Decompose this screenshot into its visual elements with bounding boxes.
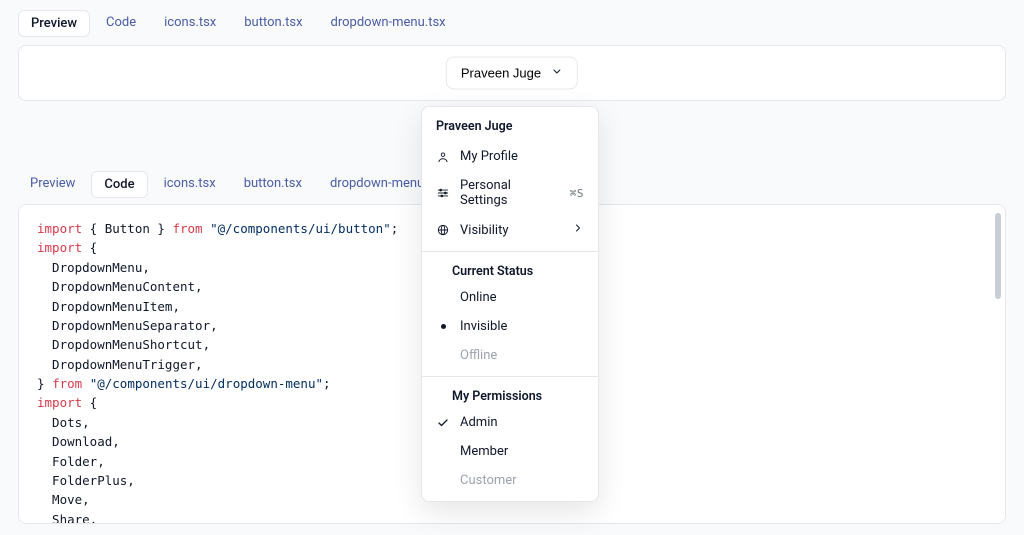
dropdown-trigger-button[interactable]: Praveen Juge (446, 57, 578, 90)
option-label: Offline (460, 348, 497, 363)
tabs2-tab-preview[interactable]: Preview (18, 171, 87, 198)
menu-item-shortcut: ⌘S (570, 187, 584, 200)
tabs1-tab-preview[interactable]: Preview (18, 10, 90, 37)
menu-item-label: Personal Settings (460, 178, 560, 208)
status-option-offline: Offline (422, 341, 598, 370)
dropdown-menu: Praveen Juge My Profile Personal Setting… (421, 106, 599, 502)
preview-panel: Praveen Juge (18, 45, 1006, 101)
group-label-permissions: My Permissions (422, 383, 598, 408)
permission-option-member[interactable]: Member (422, 437, 598, 466)
radio-indicator (436, 324, 450, 329)
tabs2-tab-button-tsx[interactable]: button.tsx (232, 171, 314, 198)
permission-option-admin[interactable]: Admin (422, 408, 598, 437)
globe-icon (436, 223, 450, 237)
group-label-status: Current Status (422, 258, 598, 283)
dropdown-separator (422, 376, 598, 377)
tabs1-tab-dropdown-menu-tsx[interactable]: dropdown-menu.tsx (319, 10, 458, 37)
menu-item-profile[interactable]: My Profile (422, 142, 598, 171)
menu-item-visibility[interactable]: Visibility (422, 215, 598, 245)
check-indicator (436, 417, 450, 429)
dropdown-header: Praveen Juge (422, 113, 598, 142)
menu-item-label: Visibility (460, 223, 509, 238)
sliders-icon (436, 186, 450, 200)
option-label: Customer (460, 473, 517, 488)
tabs1-tab-code[interactable]: Code (94, 10, 148, 37)
chevron-right-icon (572, 222, 584, 238)
user-icon (436, 150, 450, 164)
option-label: Admin (460, 415, 498, 430)
scrollbar-track[interactable] (995, 213, 1001, 515)
status-option-online[interactable]: Online (422, 283, 598, 312)
option-label: Member (460, 444, 508, 459)
status-option-invisible[interactable]: Invisible (422, 312, 598, 341)
menu-item-settings[interactable]: Personal Settings ⌘S (422, 171, 598, 215)
menu-item-label: My Profile (460, 149, 518, 164)
tabs2-tab-code[interactable]: Code (91, 171, 147, 198)
tabs1-tab-icons-tsx[interactable]: icons.tsx (152, 10, 228, 37)
tabs1-tab-button-tsx[interactable]: button.tsx (232, 10, 314, 37)
scrollbar-thumb[interactable] (995, 213, 1001, 299)
chevron-down-icon (551, 66, 563, 81)
option-label: Invisible (460, 319, 507, 334)
dropdown-separator (422, 251, 598, 252)
tabs-1: PreviewCodeicons.tsxbutton.tsxdropdown-m… (0, 0, 1024, 45)
option-label: Online (460, 290, 497, 305)
dropdown-trigger-label: Praveen Juge (461, 66, 541, 81)
tabs2-tab-icons-tsx[interactable]: icons.tsx (152, 171, 228, 198)
permission-option-customer: Customer (422, 466, 598, 495)
